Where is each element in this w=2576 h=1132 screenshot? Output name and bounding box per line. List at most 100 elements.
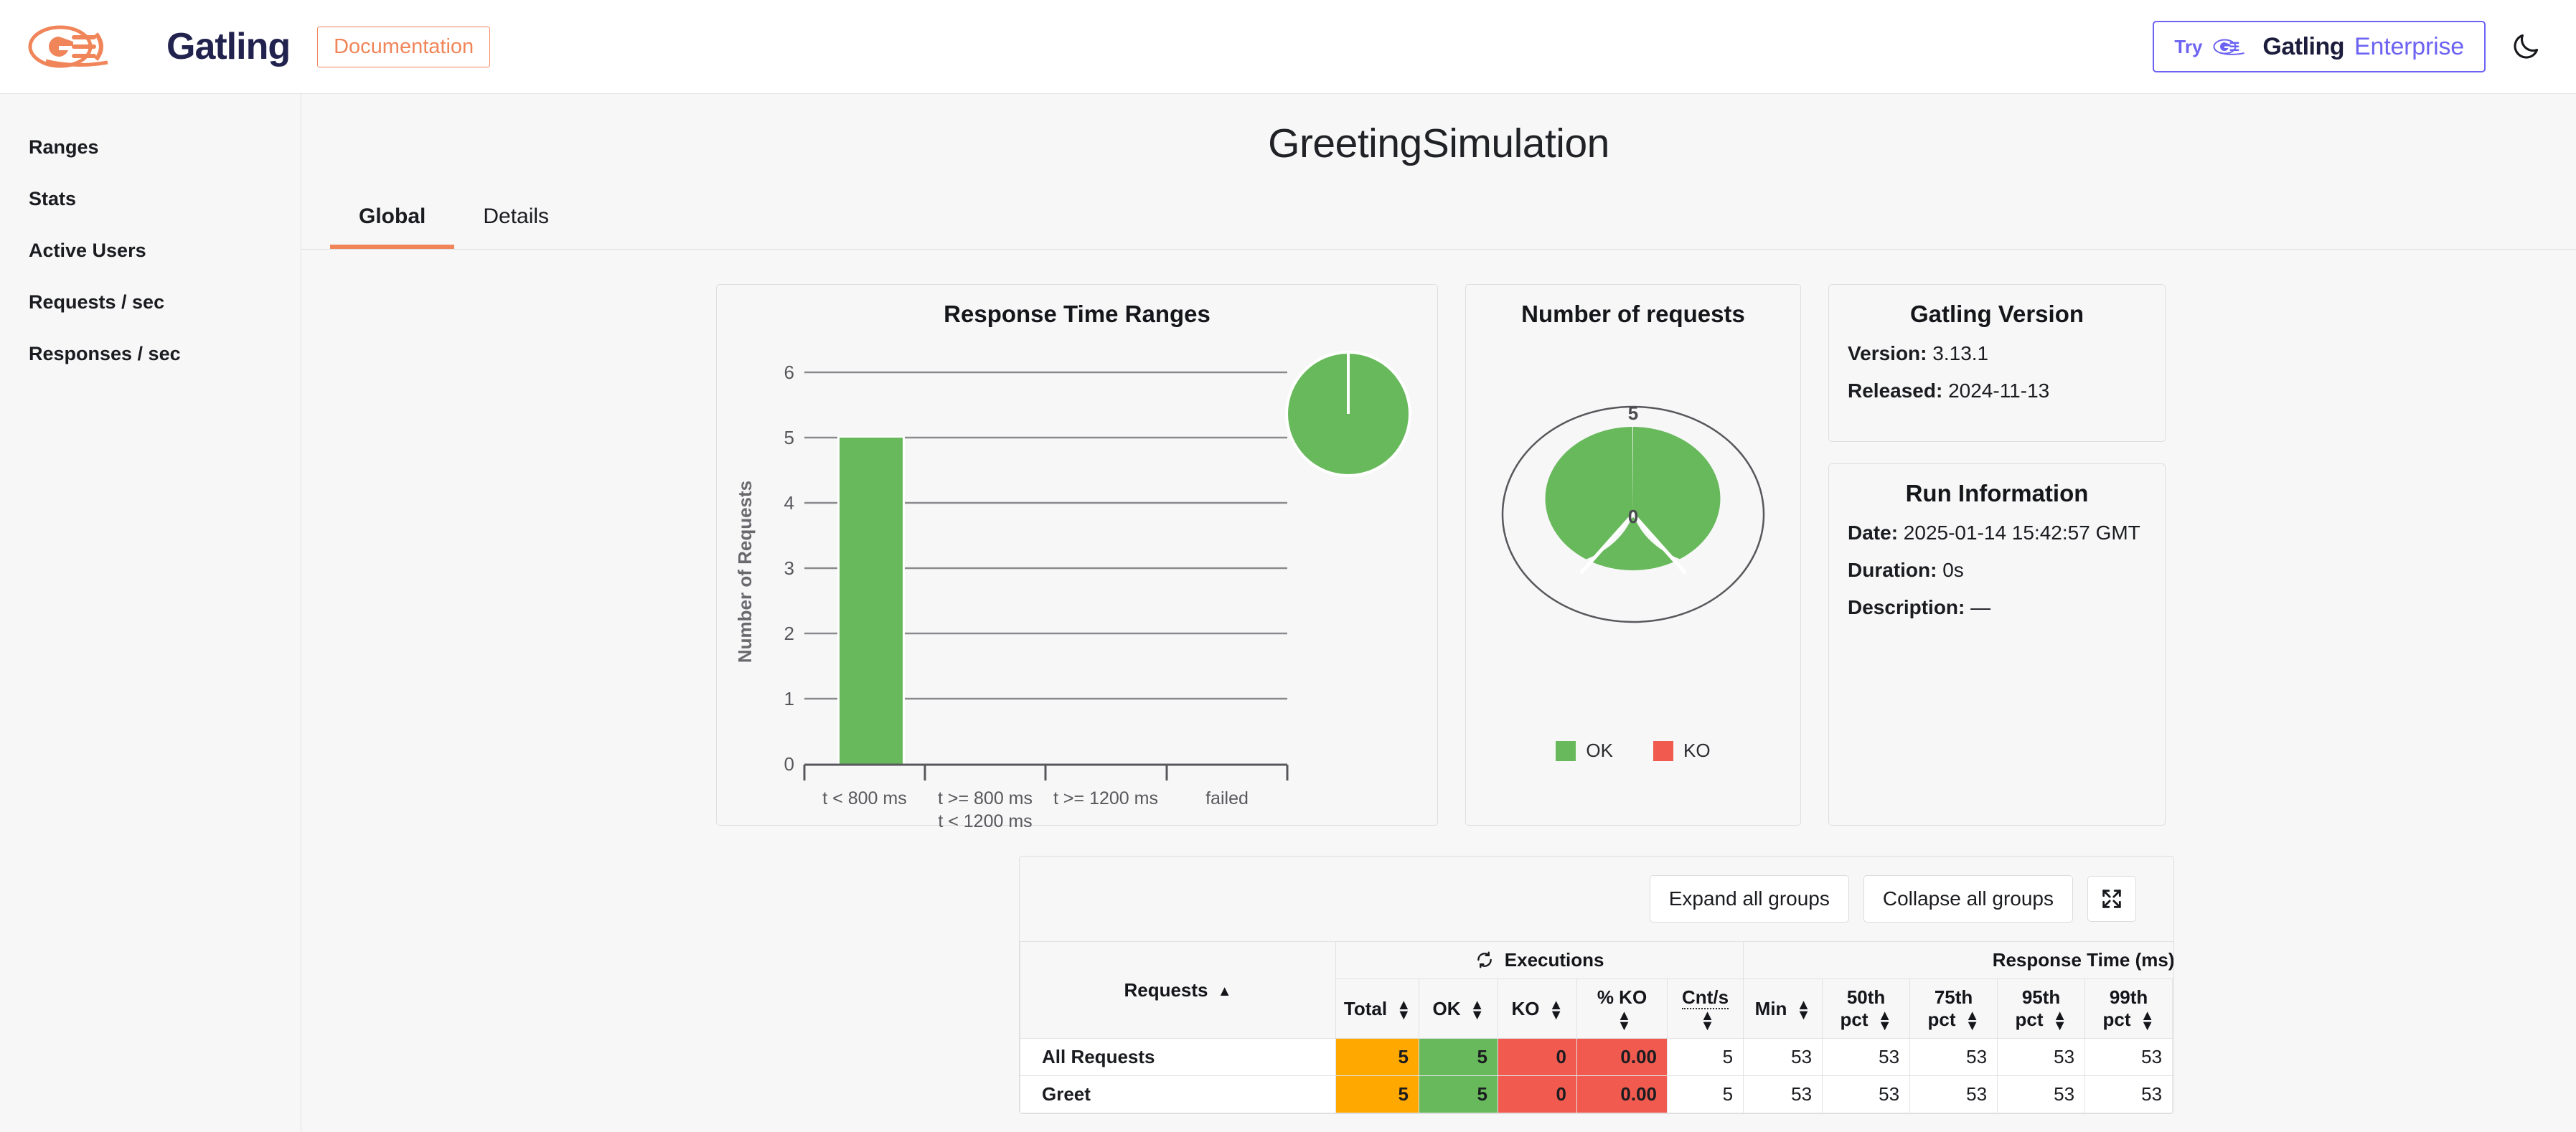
collapse-all-groups-button[interactable]: Collapse all groups (1863, 875, 2073, 923)
cell-cnt-s: 5 (1666, 1038, 1744, 1077)
number-of-requests-title: Number of requests (1521, 301, 1745, 327)
table-group-header-row: Requests ▲ Executions Response Time (ms) (1020, 940, 2173, 1039)
header-label-99th: 99th (2109, 986, 2148, 1008)
header-label-50th: 50th (1846, 986, 1886, 1008)
sort-ascending-icon: ▲ (1217, 983, 1232, 999)
sidebar-navigation: Ranges Stats Active Users Requests / sec… (0, 94, 301, 1132)
column-header-75th-pct[interactable]: 75th pct ▲ ▼ (1909, 978, 1998, 1039)
cell-75th: 53 (1909, 1075, 1998, 1114)
x-tick-label-1-line2: t < 1200 ms (938, 811, 1032, 830)
header-label-95th-pct: pct (2015, 1009, 2044, 1030)
number-of-requests-chart: 5 0 (1501, 402, 1765, 623)
table-row[interactable]: Greet 5 5 0 0.00 5 53 53 53 53 53 53 53 … (1020, 1075, 2173, 1114)
x-tick-label-2: t >= 1200 ms (1053, 788, 1158, 808)
expand-all-groups-button[interactable]: Expand all groups (1649, 875, 1849, 923)
sidebar-item-responses-sec[interactable]: Responses / sec (0, 328, 301, 379)
cell-request-name: Greet (1020, 1075, 1336, 1114)
header-label-min: Min (1754, 997, 1787, 1019)
sort-toggle-icon: ▲ ▼ (1548, 996, 1564, 1023)
header-label-cnt-s: Cnt/s (1682, 986, 1729, 1009)
column-group-executions: Executions (1335, 941, 1744, 979)
column-header-50th-pct[interactable]: 50th pct ▲ ▼ (1822, 978, 1911, 1039)
cell-50th: 53 (1822, 1038, 1911, 1077)
x-tick-label-1: t >= 800 ms (938, 788, 1033, 808)
cell-total: 5 (1335, 1075, 1419, 1114)
cell-percent-ko: 0.00 (1576, 1075, 1668, 1114)
sort-toggle-icon: ▲ ▼ (1796, 996, 1811, 1023)
cell-99th: 53 (2084, 1075, 2173, 1114)
cell-max: 53 (2172, 1038, 2173, 1077)
number-of-requests-card: Number of requests 5 0 OK KO (1465, 284, 1801, 826)
column-header-cnt-s[interactable]: Cnt/s ▲ ▼ (1666, 978, 1744, 1039)
column-header-percent-ko[interactable]: % KO ▲ ▼ (1576, 978, 1668, 1039)
legend-swatch-ok (1556, 740, 1576, 761)
fullscreen-button[interactable] (2087, 876, 2136, 922)
try-gatling-enterprise-button[interactable]: Try Gatling Enterprise (2153, 21, 2486, 72)
expand-arrows-icon (2102, 890, 2121, 908)
refresh-icon (1477, 951, 1492, 968)
column-group-response-time: Response Time (ms) (1743, 941, 2173, 979)
documentation-button[interactable]: Documentation (317, 26, 491, 67)
header-label-percent-ko: % KO (1597, 986, 1647, 1008)
sort-toggle-icon: ▲ ▼ (2140, 1008, 2155, 1034)
legend-item-ok: OK (1556, 740, 1613, 762)
cell-max: 53 (2172, 1075, 2173, 1114)
info-cards-column: Gatling Version Version: 3.13.1 Released… (1828, 284, 2166, 826)
try-label: Try (2174, 35, 2203, 57)
cell-cnt-s: 5 (1666, 1075, 1744, 1114)
tab-details[interactable]: Details (454, 194, 578, 249)
enterprise-label: Enterprise (2354, 32, 2464, 60)
sidebar-item-stats[interactable]: Stats (0, 173, 301, 225)
gatling-logo-icon (28, 25, 108, 68)
sort-toggle-icon: ▲ ▼ (1877, 1008, 1892, 1034)
table-row[interactable]: All Requests 5 5 0 0.00 5 53 53 53 53 53… (1020, 1038, 2173, 1077)
run-description-row: Description: — (1829, 589, 2165, 626)
cell-min: 53 (1743, 1038, 1823, 1077)
version-row: Version: 3.13.1 (1829, 335, 2165, 372)
tab-global[interactable]: Global (330, 194, 455, 249)
y-tick-2: 2 (784, 623, 794, 644)
table-toolbar: Expand all groups Collapse all groups (1020, 857, 2173, 941)
pie-slice-ok (1545, 427, 1721, 570)
cell-min: 53 (1743, 1075, 1823, 1114)
y-axis-label: Number of Requests (734, 481, 756, 663)
table-head: Requests ▲ Executions Response Time (ms)… (1020, 940, 2173, 1039)
cell-total: 5 (1335, 1038, 1419, 1077)
run-duration-value: 0s (1942, 559, 1964, 581)
y-tick-5: 5 (784, 427, 794, 448)
column-header-min[interactable]: Min ▲ ▼ (1743, 978, 1823, 1039)
sidebar-item-active-users[interactable]: Active Users (0, 225, 301, 276)
moon-glyph (2514, 34, 2539, 59)
released-value: 2024-11-13 (1948, 379, 2050, 402)
column-header-total[interactable]: Total ▲ ▼ (1335, 978, 1419, 1039)
sort-toggle-icon: ▲ ▼ (1470, 996, 1485, 1023)
gatling-wordmark: Gatling (166, 26, 291, 67)
y-tick-4: 4 (784, 492, 794, 514)
header-label-95th: 95th (2021, 986, 2061, 1008)
tab-bar: Global Details (301, 194, 2576, 250)
column-header-ko[interactable]: KO ▲ ▼ (1498, 978, 1577, 1039)
statistics-table: Requests ▲ Executions Response Time (ms)… (1020, 940, 2173, 1114)
run-description-value: — (1970, 596, 1991, 618)
top-header-bar: Gatling Documentation Try Gatling Enterp… (0, 0, 2576, 94)
version-label: Version: (1848, 342, 1927, 364)
cell-ko: 0 (1498, 1038, 1577, 1077)
column-header-95th-pct[interactable]: 95th pct ▲ ▼ (1997, 978, 2086, 1039)
column-header-requests[interactable]: Requests ▲ (1020, 940, 1336, 1039)
run-description-label: Description: (1848, 596, 1965, 618)
gatling-brand-logo[interactable]: Gatling (27, 24, 291, 70)
header-label-total: Total (1343, 997, 1388, 1019)
y-tick-6: 6 (784, 362, 794, 383)
column-header-99th-pct[interactable]: 99th pct ▲ ▼ (2084, 978, 2173, 1039)
sort-toggle-icon: ▲ ▼ (1700, 1008, 1715, 1034)
sidebar-item-ranges[interactable]: Ranges (0, 121, 301, 173)
statistics-table-card: Expand all groups Collapse all groups Re… (1019, 856, 2174, 1115)
sidebar-item-requests-sec[interactable]: Requests / sec (0, 276, 301, 328)
column-header-max[interactable]: Max ▲▼ (2172, 978, 2173, 1039)
column-header-ok[interactable]: OK ▲ ▼ (1419, 978, 1498, 1039)
run-date-row: Date: 2025-01-14 15:42:57 GMT (1829, 514, 2165, 552)
moon-icon[interactable] (2507, 28, 2544, 65)
cell-75th: 53 (1909, 1038, 1998, 1077)
ranges-inset-pie-chart (1285, 351, 1411, 477)
page-title: GreetingSimulation (1268, 121, 1609, 166)
